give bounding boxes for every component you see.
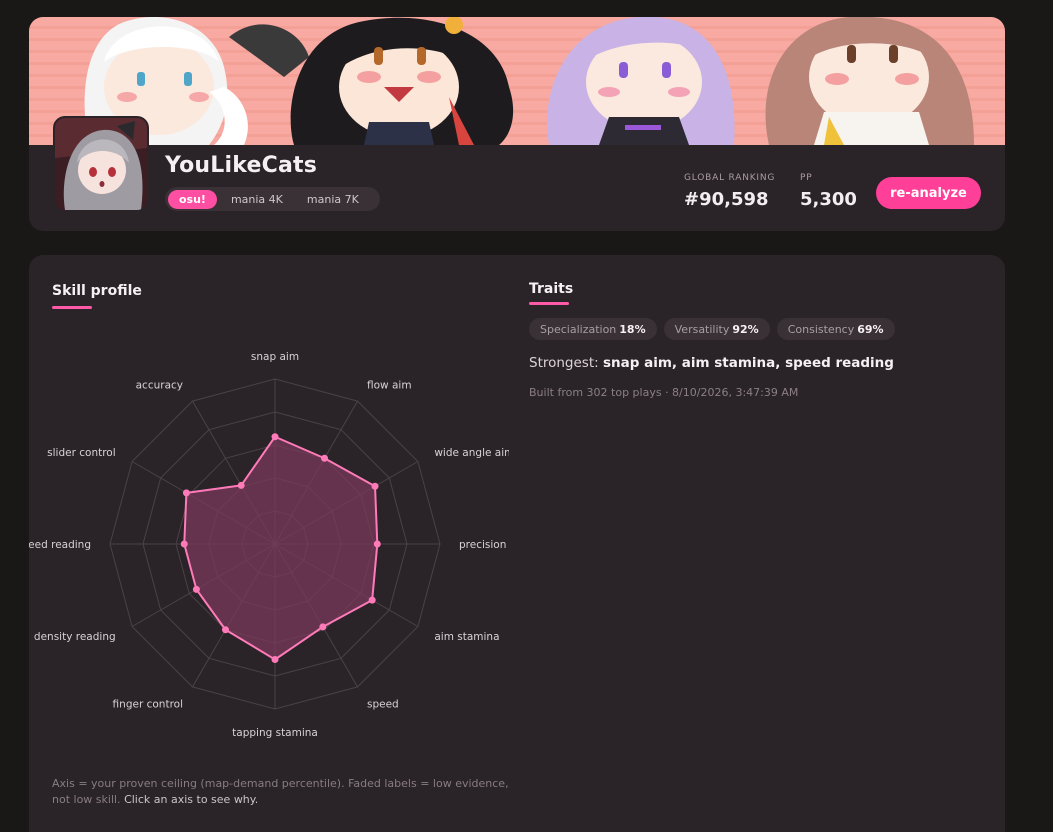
banner-artwork [84, 17, 974, 145]
profile-banner [29, 17, 1005, 145]
radar-axis-label[interactable]: speed reading [29, 539, 91, 551]
username: YouLikeCats [165, 153, 318, 178]
reanalyze-button[interactable]: re-analyze [876, 177, 981, 209]
tab-osu[interactable]: osu! [168, 189, 217, 209]
radar-axis-label[interactable]: finger control [113, 698, 183, 710]
radar-point [319, 623, 327, 631]
radar-point [371, 482, 379, 490]
radar-footnote: Axis = your proven ceiling (map-demand p… [52, 776, 522, 808]
radar-axis-label[interactable]: speed [367, 698, 399, 710]
axis-explain-link[interactable]: Click an axis to see why. [124, 793, 258, 806]
profile-info-row: YouLikeCats osu! mania 4K mania 7K GLOBA… [29, 116, 1005, 231]
radar-point [271, 656, 279, 663]
radar-axis-label[interactable]: tapping stamina [232, 727, 318, 739]
radar-axis-label[interactable]: snap aim [251, 351, 299, 363]
skill-profile-title: Skill profile [52, 283, 142, 299]
specialization-value: 18% [619, 322, 646, 336]
global-ranking-label: GLOBAL RANKING [684, 173, 776, 183]
radar-point [321, 454, 328, 462]
radar-axis-label[interactable]: aim stamina [434, 631, 499, 643]
radar-point [222, 626, 229, 634]
specialization-label: Specialization [540, 322, 617, 336]
tab-mania-4k[interactable]: mania 4K [221, 190, 293, 209]
game-mode-tabs: osu! mania 4K mania 7K [165, 187, 380, 211]
consistency-label: Consistency [787, 322, 855, 336]
built-from-info: Built from 302 top plays · 8/10/2026, 3:… [529, 386, 799, 399]
radar-point [271, 433, 279, 441]
radar-axis-label[interactable]: precision [459, 539, 506, 551]
skill-profile-card: Skill profile snap aim flow aim wide angle… [29, 255, 1005, 832]
radar-point [182, 489, 190, 497]
footnote-text: Axis = your proven ceiling (map-demand p… [52, 777, 509, 806]
versatility-label: Versatility [674, 322, 730, 336]
traits-title: Traits [529, 281, 574, 297]
user-avatar[interactable] [53, 116, 149, 212]
radar-axis-label[interactable]: flow aim [367, 380, 412, 392]
radar-axis-label[interactable]: accuracy [136, 380, 183, 392]
pp-stat: PP 5,300 [800, 173, 857, 210]
banner-character-2 [290, 17, 514, 145]
trait-pills: Specialization 18% Versatility 92% Consi… [529, 318, 902, 340]
consistency-value: 69% [857, 322, 884, 336]
strongest-skills: Strongest: snap aim, aim stamina, speed … [529, 355, 894, 371]
pp-value: 5,300 [800, 189, 857, 210]
strongest-value: snap aim, aim stamina, speed reading [602, 355, 894, 371]
radar-axis-label[interactable]: slider control [47, 447, 115, 459]
radar-point [180, 540, 188, 548]
traits-underline [529, 302, 569, 305]
radar-point [373, 540, 381, 548]
radar-point [237, 481, 245, 489]
pp-label: PP [800, 173, 813, 183]
avatar-image [55, 118, 147, 210]
skill-profile-underline [52, 306, 92, 309]
radar-point [192, 585, 200, 593]
global-ranking-stat: GLOBAL RANKING #90,598 [684, 173, 775, 210]
global-ranking-value: #90,598 [684, 189, 769, 210]
tab-mania-7k[interactable]: mania 7K [297, 190, 369, 209]
versatility-pill: Versatility 92% [663, 318, 770, 340]
profile-header-card: YouLikeCats osu! mania 4K mania 7K GLOBA… [29, 17, 1005, 231]
consistency-pill: Consistency 69% [776, 318, 895, 340]
banner-character-4 [765, 17, 974, 145]
specialization-pill: Specialization 18% [529, 318, 657, 340]
radar-axis-label[interactable]: wide angle aim [434, 447, 509, 459]
radar-point [368, 596, 376, 604]
versatility-value: 92% [732, 322, 759, 336]
radar-axis-label[interactable]: density reading [34, 631, 116, 643]
skill-radar-chart: snap aim flow aim wide angle aim precision a… [29, 351, 509, 739]
banner-character-3 [547, 17, 735, 145]
strongest-label: Strongest: [529, 355, 599, 371]
